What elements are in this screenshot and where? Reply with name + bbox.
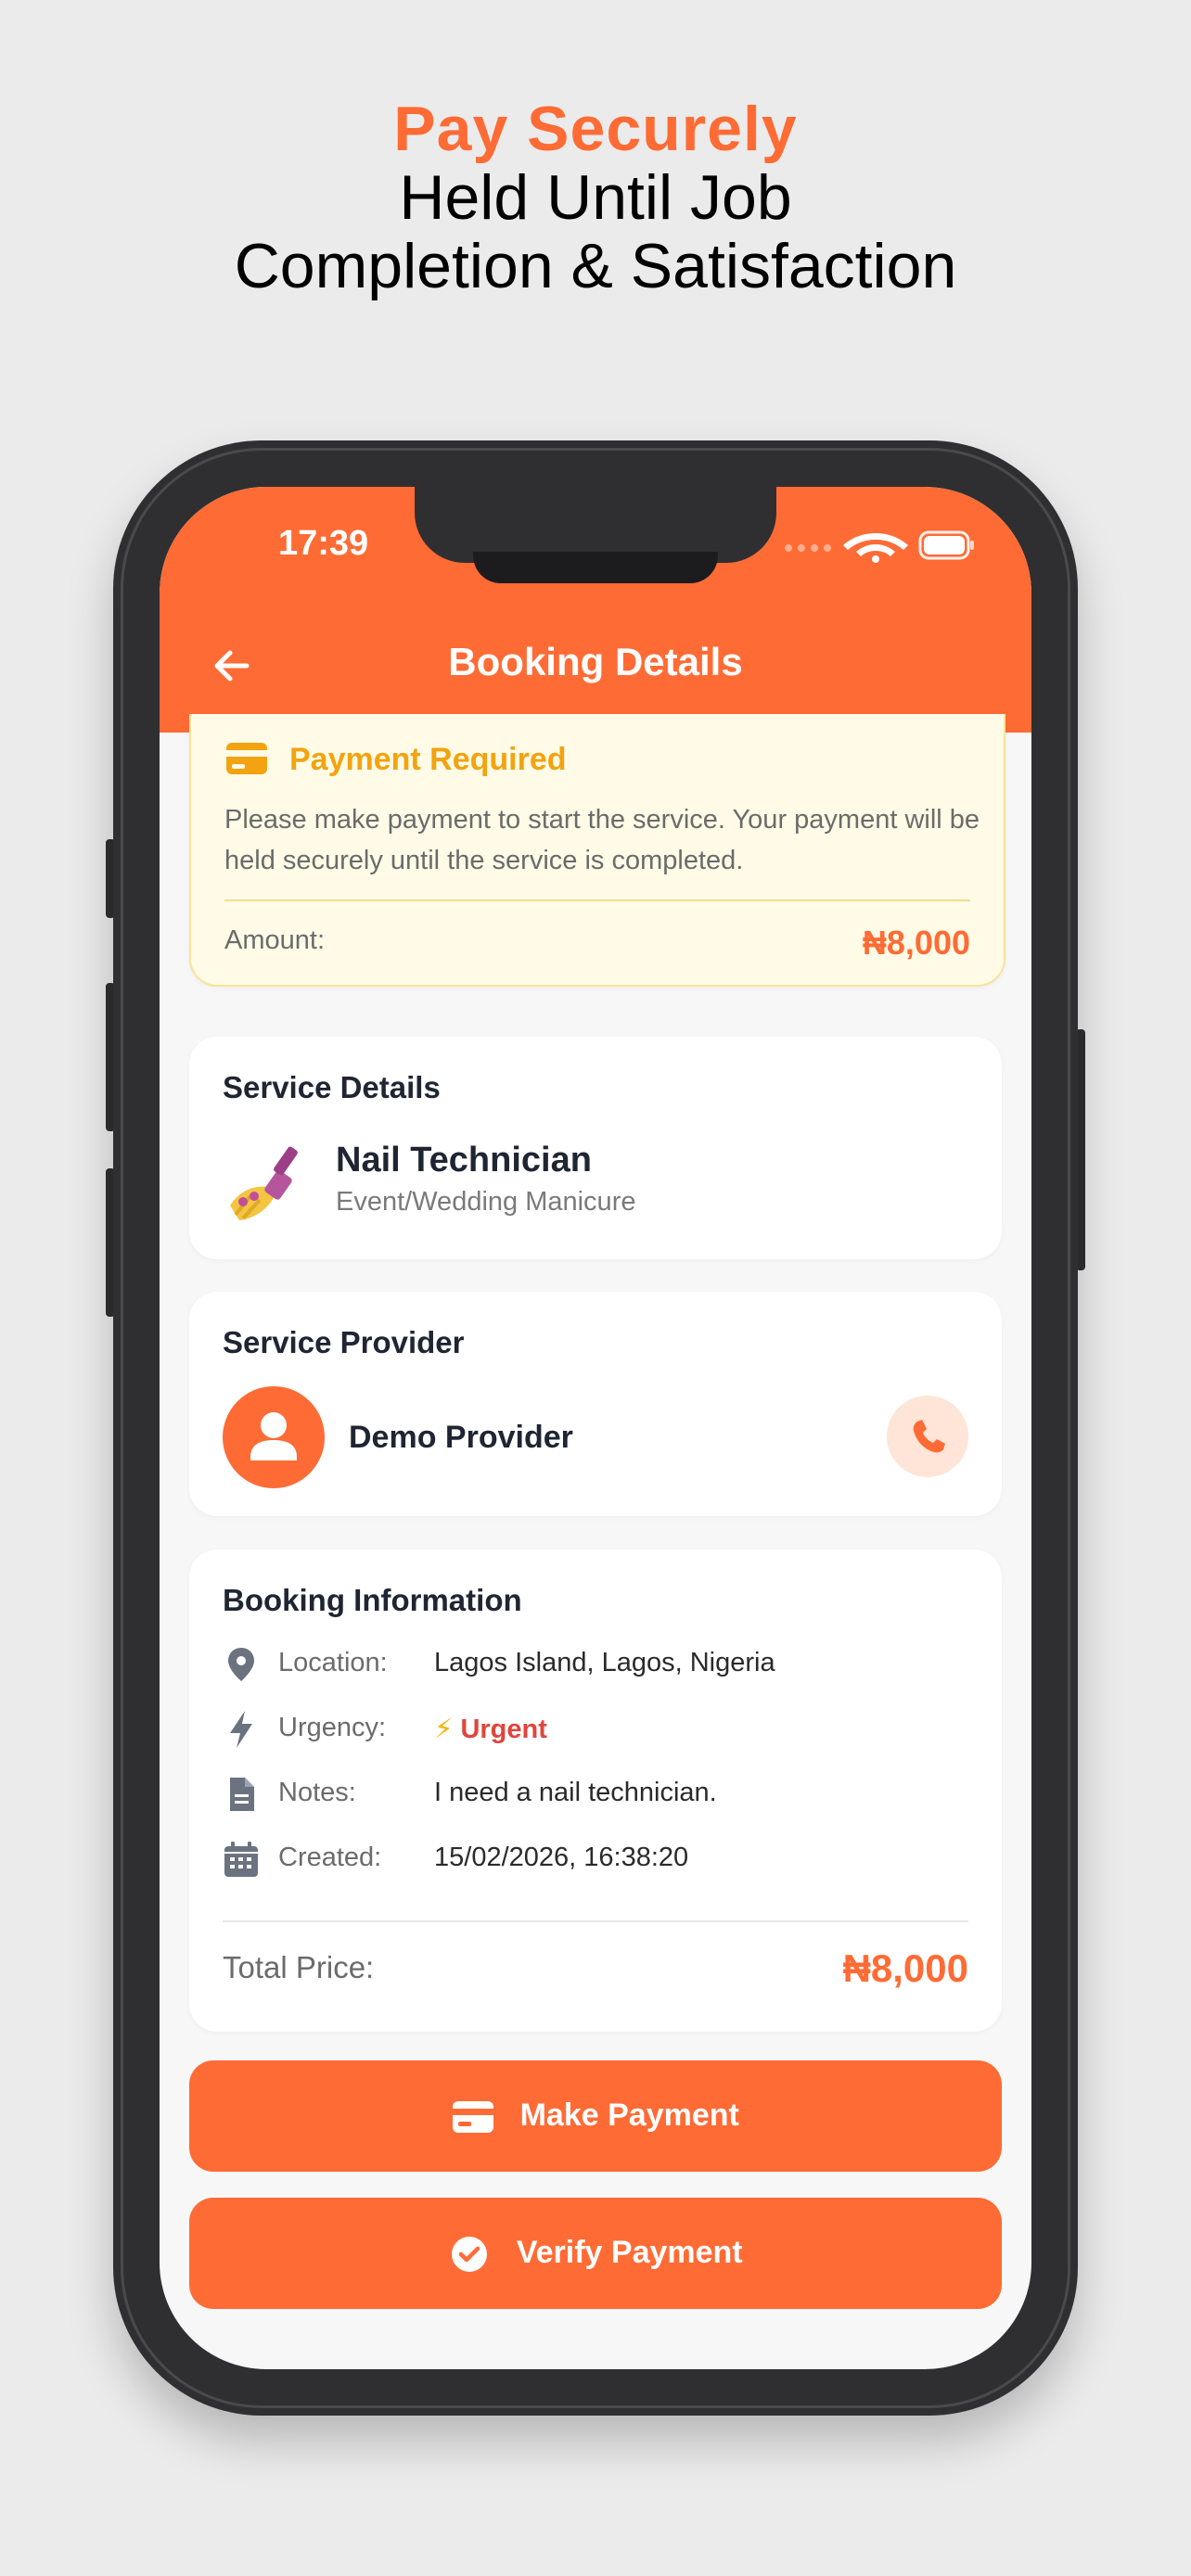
credit-card-icon <box>453 2101 494 2134</box>
divider <box>224 899 970 901</box>
payment-required-card: Payment Required Please make payment to … <box>189 714 1005 987</box>
check-circle-icon <box>452 2237 488 2273</box>
credit-card-icon <box>226 743 267 774</box>
amount-label: Amount: <box>224 925 325 955</box>
service-name: Nail Technician <box>336 1141 592 1180</box>
notes-row: Notes: I need a nail technician. <box>223 1772 983 1818</box>
created-value: 15/02/2026, 16:38:20 <box>434 1843 689 1872</box>
lightning-icon <box>230 1711 252 1748</box>
urgency-text: Urgent <box>460 1715 547 1744</box>
status-time: 17:39 <box>278 524 369 563</box>
divider <box>223 1920 968 1922</box>
service-provider-card: Service Provider Demo Provider <box>189 1292 1002 1516</box>
location-value: Lagos Island, Lagos, Nigeria <box>434 1648 775 1677</box>
calendar-icon <box>224 1842 258 1877</box>
page-title: Booking Details <box>448 640 743 683</box>
service-details-card: Service Details Nail Technician Event/We… <box>189 1037 1002 1259</box>
provider-name: Demo Provider <box>349 1420 573 1455</box>
urgency-value: ⚡ Urgent <box>434 1713 547 1745</box>
make-payment-label: Make Payment <box>519 2098 739 2133</box>
promo-subtitle: Held Until Job Completion & Satisfaction <box>0 163 1191 300</box>
nail-polish-icon <box>230 1146 298 1220</box>
verify-payment-button[interactable]: Verify Payment <box>189 2198 1002 2309</box>
document-icon <box>230 1778 254 1811</box>
user-icon <box>250 1412 297 1460</box>
urgency-label: Urgency: <box>278 1713 387 1742</box>
call-provider-button[interactable] <box>887 1396 968 1477</box>
promo-subtitle-line1: Held Until Job <box>399 162 792 233</box>
urgency-row: Urgency: ⚡ Urgent <box>223 1707 983 1753</box>
notes-value: I need a nail technician. <box>434 1778 717 1807</box>
booking-information-title: Booking Information <box>223 1583 522 1617</box>
booking-information-card: Booking Information Location: Lagos Isla… <box>189 1549 1002 2032</box>
created-row: Created: 15/02/2026, 16:38:20 <box>223 1837 983 1883</box>
total-price-value: ₦8,000 <box>842 1946 968 1990</box>
urgent-bolt-icon: ⚡ <box>434 1715 454 1744</box>
location-label: Location: <box>278 1648 388 1677</box>
provider-avatar <box>223 1386 325 1488</box>
payment-required-title: Payment Required <box>289 742 567 777</box>
location-row: Location: Lagos Island, Lagos, Nigeria <box>223 1642 983 1689</box>
status-icons <box>785 530 974 563</box>
device-notch-sensor <box>473 552 718 583</box>
verify-payment-label: Verify Payment <box>516 2235 743 2270</box>
total-price-label: Total Price: <box>223 1950 375 1984</box>
make-payment-button[interactable]: Make Payment <box>189 2060 1002 2172</box>
service-subtitle: Event/Wedding Manicure <box>336 1187 636 1217</box>
service-provider-title: Service Provider <box>223 1325 465 1359</box>
notes-label: Notes: <box>278 1778 356 1807</box>
amount-value: ₦8,000 <box>862 924 970 962</box>
phone-icon <box>913 1420 945 1453</box>
app-screen: 17:39 Booking Details Payment Required P… <box>160 487 1031 2369</box>
service-details-title: Service Details <box>223 1070 441 1104</box>
location-pin-icon <box>228 1648 254 1681</box>
created-label: Created: <box>278 1843 382 1872</box>
promo-title: Pay Securely <box>393 94 798 164</box>
promo-subtitle-line2: Completion & Satisfaction <box>234 231 957 301</box>
payment-message: Please make payment to start the service… <box>224 805 980 875</box>
